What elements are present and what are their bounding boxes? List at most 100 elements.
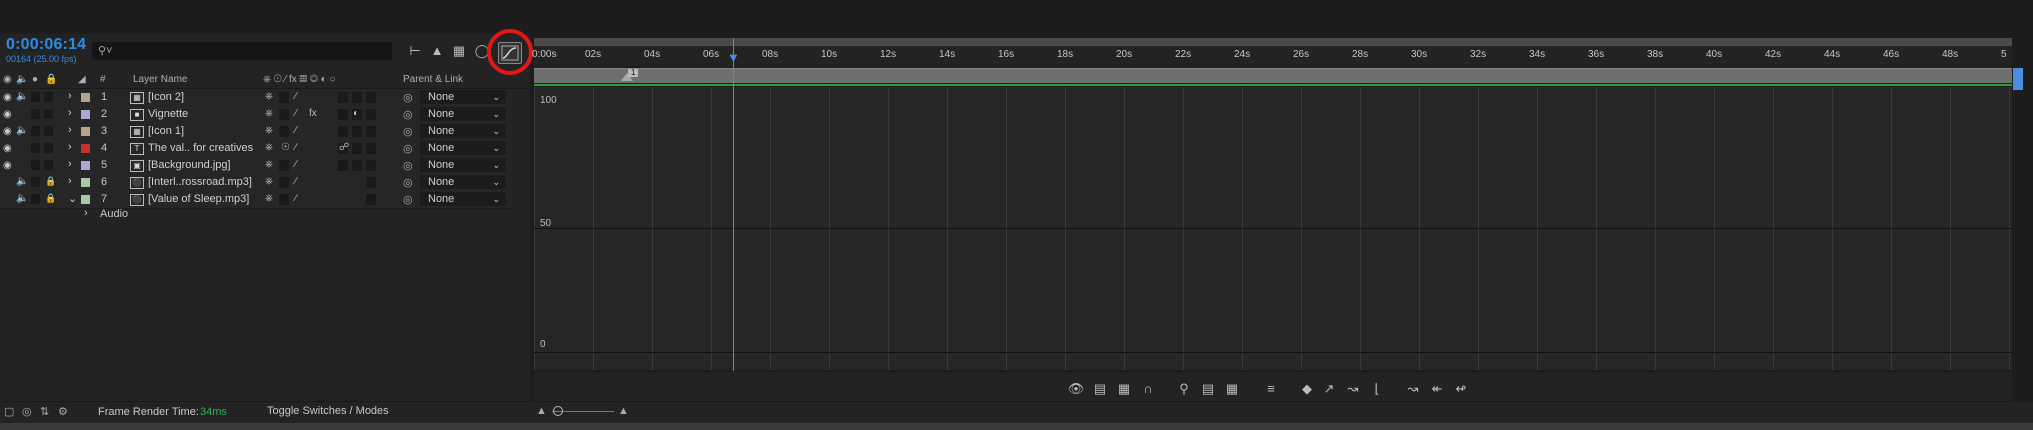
layer-name[interactable]: [Interl..rossroad.mp3] [148,176,252,188]
chevron-right-icon[interactable]: › [68,141,72,153]
shy-switch-icon[interactable]: ⎈ [265,142,273,153]
visibility-eye-icon[interactable]: ◉ [3,160,12,171]
motion-blur-switch[interactable] [338,109,348,120]
label-color-swatch[interactable] [81,127,90,136]
layer-row[interactable]: ◉ 🔈 › 1 ▦ [Icon 2] ⎈ ∕ ◎ None ⌄ [0,89,512,107]
adjustment-layer-icon[interactable]: ◐ [353,108,359,119]
zoom-slider-knob[interactable] [553,406,563,416]
visibility-eye-icon[interactable]: ◉ [3,109,12,120]
work-area-end-handle[interactable] [2013,68,2023,90]
collapse-switch[interactable] [279,92,289,103]
show-properties-icon[interactable]: 👁 [1067,381,1085,397]
easy-ease-in-icon[interactable]: ↝ [1404,381,1422,397]
shy-layers-icon[interactable]: ▦ [451,44,467,58]
adjustment-switch[interactable] [352,92,362,103]
lock-toggle[interactable] [44,160,53,170]
flowchart-icon[interactable]: ⚙ [58,405,68,418]
solo-toggle[interactable] [31,177,40,187]
convert-to-hold-icon[interactable]: ◆ [1298,381,1316,397]
parent-pickwhip-icon[interactable]: ◎ [403,176,413,189]
comp-marker[interactable]: 1 [621,68,641,81]
lock-icon[interactable]: 🔒 [45,193,56,204]
chevron-right-icon[interactable]: › [68,124,72,136]
parent-dropdown[interactable]: None ⌄ [420,158,506,172]
graph-editor-area[interactable]: 100 50 0 [534,87,2012,370]
chevron-right-icon[interactable]: › [68,175,72,187]
lock-toggle[interactable] [44,126,53,136]
3d-layer-switch[interactable] [366,194,376,205]
lock-header-icon[interactable]: 🔒 [45,74,57,85]
motion-blur-switch[interactable] [338,160,348,171]
collapse-switch[interactable] [279,194,289,205]
label-color-swatch[interactable] [81,161,90,170]
collapse-switch-icon[interactable]: ☉ [281,142,290,153]
shy-switch-icon[interactable]: ⎈ [265,176,273,187]
convert-to-auto-bezier-icon[interactable]: ↝ [1344,381,1362,397]
parent-dropdown[interactable]: None ⌄ [420,124,506,138]
layer-name[interactable]: [Icon 1] [148,125,184,137]
quality-switch-icon[interactable]: ∕ [295,91,297,102]
parent-dropdown[interactable]: None ⌄ [420,175,506,189]
easy-ease-icon[interactable]: ⌊ [1368,381,1386,397]
audio-speaker-icon[interactable]: 🔈 [16,91,28,102]
label-color-swatch[interactable] [81,144,90,153]
3d-layer-switch[interactable] [366,92,376,103]
solo-toggle[interactable] [31,194,40,204]
motion-blur-switch[interactable] [338,126,348,137]
collapse-switch[interactable] [279,177,289,188]
time-navigator-bar[interactable] [534,38,2012,46]
adjustment-switch[interactable] [352,160,362,171]
graph-options-icon[interactable]: ▤ [1091,381,1109,397]
parent-link-column-header[interactable]: Parent & Link [403,74,463,85]
audio-speaker-icon[interactable]: 🔈 [16,125,28,136]
visibility-eye-icon[interactable]: ◉ [3,143,12,154]
chevron-right-icon[interactable]: › [68,158,72,170]
fit-selection-icon[interactable]: ⚲ [1175,381,1193,397]
comp-settings-icon[interactable]: ◎ [22,405,32,418]
quality-switch-icon[interactable]: ∕ [295,159,297,170]
quality-switch-icon[interactable]: ∕ [295,142,297,153]
label-color-swatch[interactable] [81,110,90,119]
show-transform-box-icon[interactable]: ▦ [1115,381,1133,397]
draft-3d-icon[interactable]: ▲ [429,44,445,58]
3d-layer-switch[interactable] [366,177,376,188]
quality-switch-icon[interactable]: ∕ [295,193,297,204]
composition-mini-flowchart-icon[interactable]: ⊢ [407,44,423,58]
solo-header-icon[interactable]: ● [32,74,38,85]
motion-blur-switch[interactable] [338,92,348,103]
chevron-right-icon[interactable]: › [68,90,72,102]
layer-row[interactable]: ◉ 🔈 › 3 ▦ [Icon 1] ⎈ ∕ ◎ None ⌄ [0,123,512,141]
snapping-icon[interactable]: ∩ [1139,381,1157,397]
adjustment-switch[interactable] [352,126,362,137]
easy-ease-out-icon[interactable]: ↞ [1428,381,1446,397]
parent-dropdown[interactable]: None ⌄ [420,192,506,206]
layer-row[interactable]: 🔈 🔒 › 6 ⚫ [Interl..rossroad.mp3] ⎈ ∕ ◎ None ⌄ [0,174,512,192]
parent-dropdown[interactable]: None ⌄ [420,107,506,121]
expand-switches-icon[interactable]: ⇅ [40,405,49,418]
work-area-bar[interactable] [534,68,2012,83]
fx-switch-icon[interactable]: fx [309,108,317,119]
zoom-in-icon[interactable]: ▲ [618,405,629,417]
quality-switch-icon[interactable]: ∕ [295,108,297,119]
audio-header-icon[interactable]: 🔈 [16,74,28,85]
audio-speaker-icon[interactable]: 🔈 [16,176,28,187]
chevron-right-icon[interactable]: › [68,107,72,119]
render-settings-icon[interactable]: ▢ [4,405,14,418]
chevron-right-icon[interactable]: › [84,207,88,219]
video-header-icon[interactable]: ◉ [3,74,12,85]
search-input[interactable]: ⚲˅ [92,42,392,60]
link-icon[interactable]: ☍ [339,142,349,153]
number-column-header[interactable]: # [100,74,106,85]
parent-dropdown[interactable]: None ⌄ [420,90,506,104]
audio-group-row[interactable]: › Audio [0,206,512,222]
collapse-switch[interactable] [279,160,289,171]
lock-toggle[interactable] [44,92,53,102]
parent-pickwhip-icon[interactable]: ◎ [403,159,413,172]
audio-speaker-icon[interactable]: 🔈 [16,193,28,204]
edit-selected-keyframes-icon[interactable]: ≡ [1262,381,1280,397]
zoom-out-icon[interactable]: ▲ [536,405,547,417]
3d-layer-switch[interactable] [366,160,376,171]
quality-switch-icon[interactable]: ∕ [295,176,297,187]
chevron-down-icon[interactable]: ⌄ [68,192,77,205]
layer-name[interactable]: [Background.jpg] [148,159,231,171]
